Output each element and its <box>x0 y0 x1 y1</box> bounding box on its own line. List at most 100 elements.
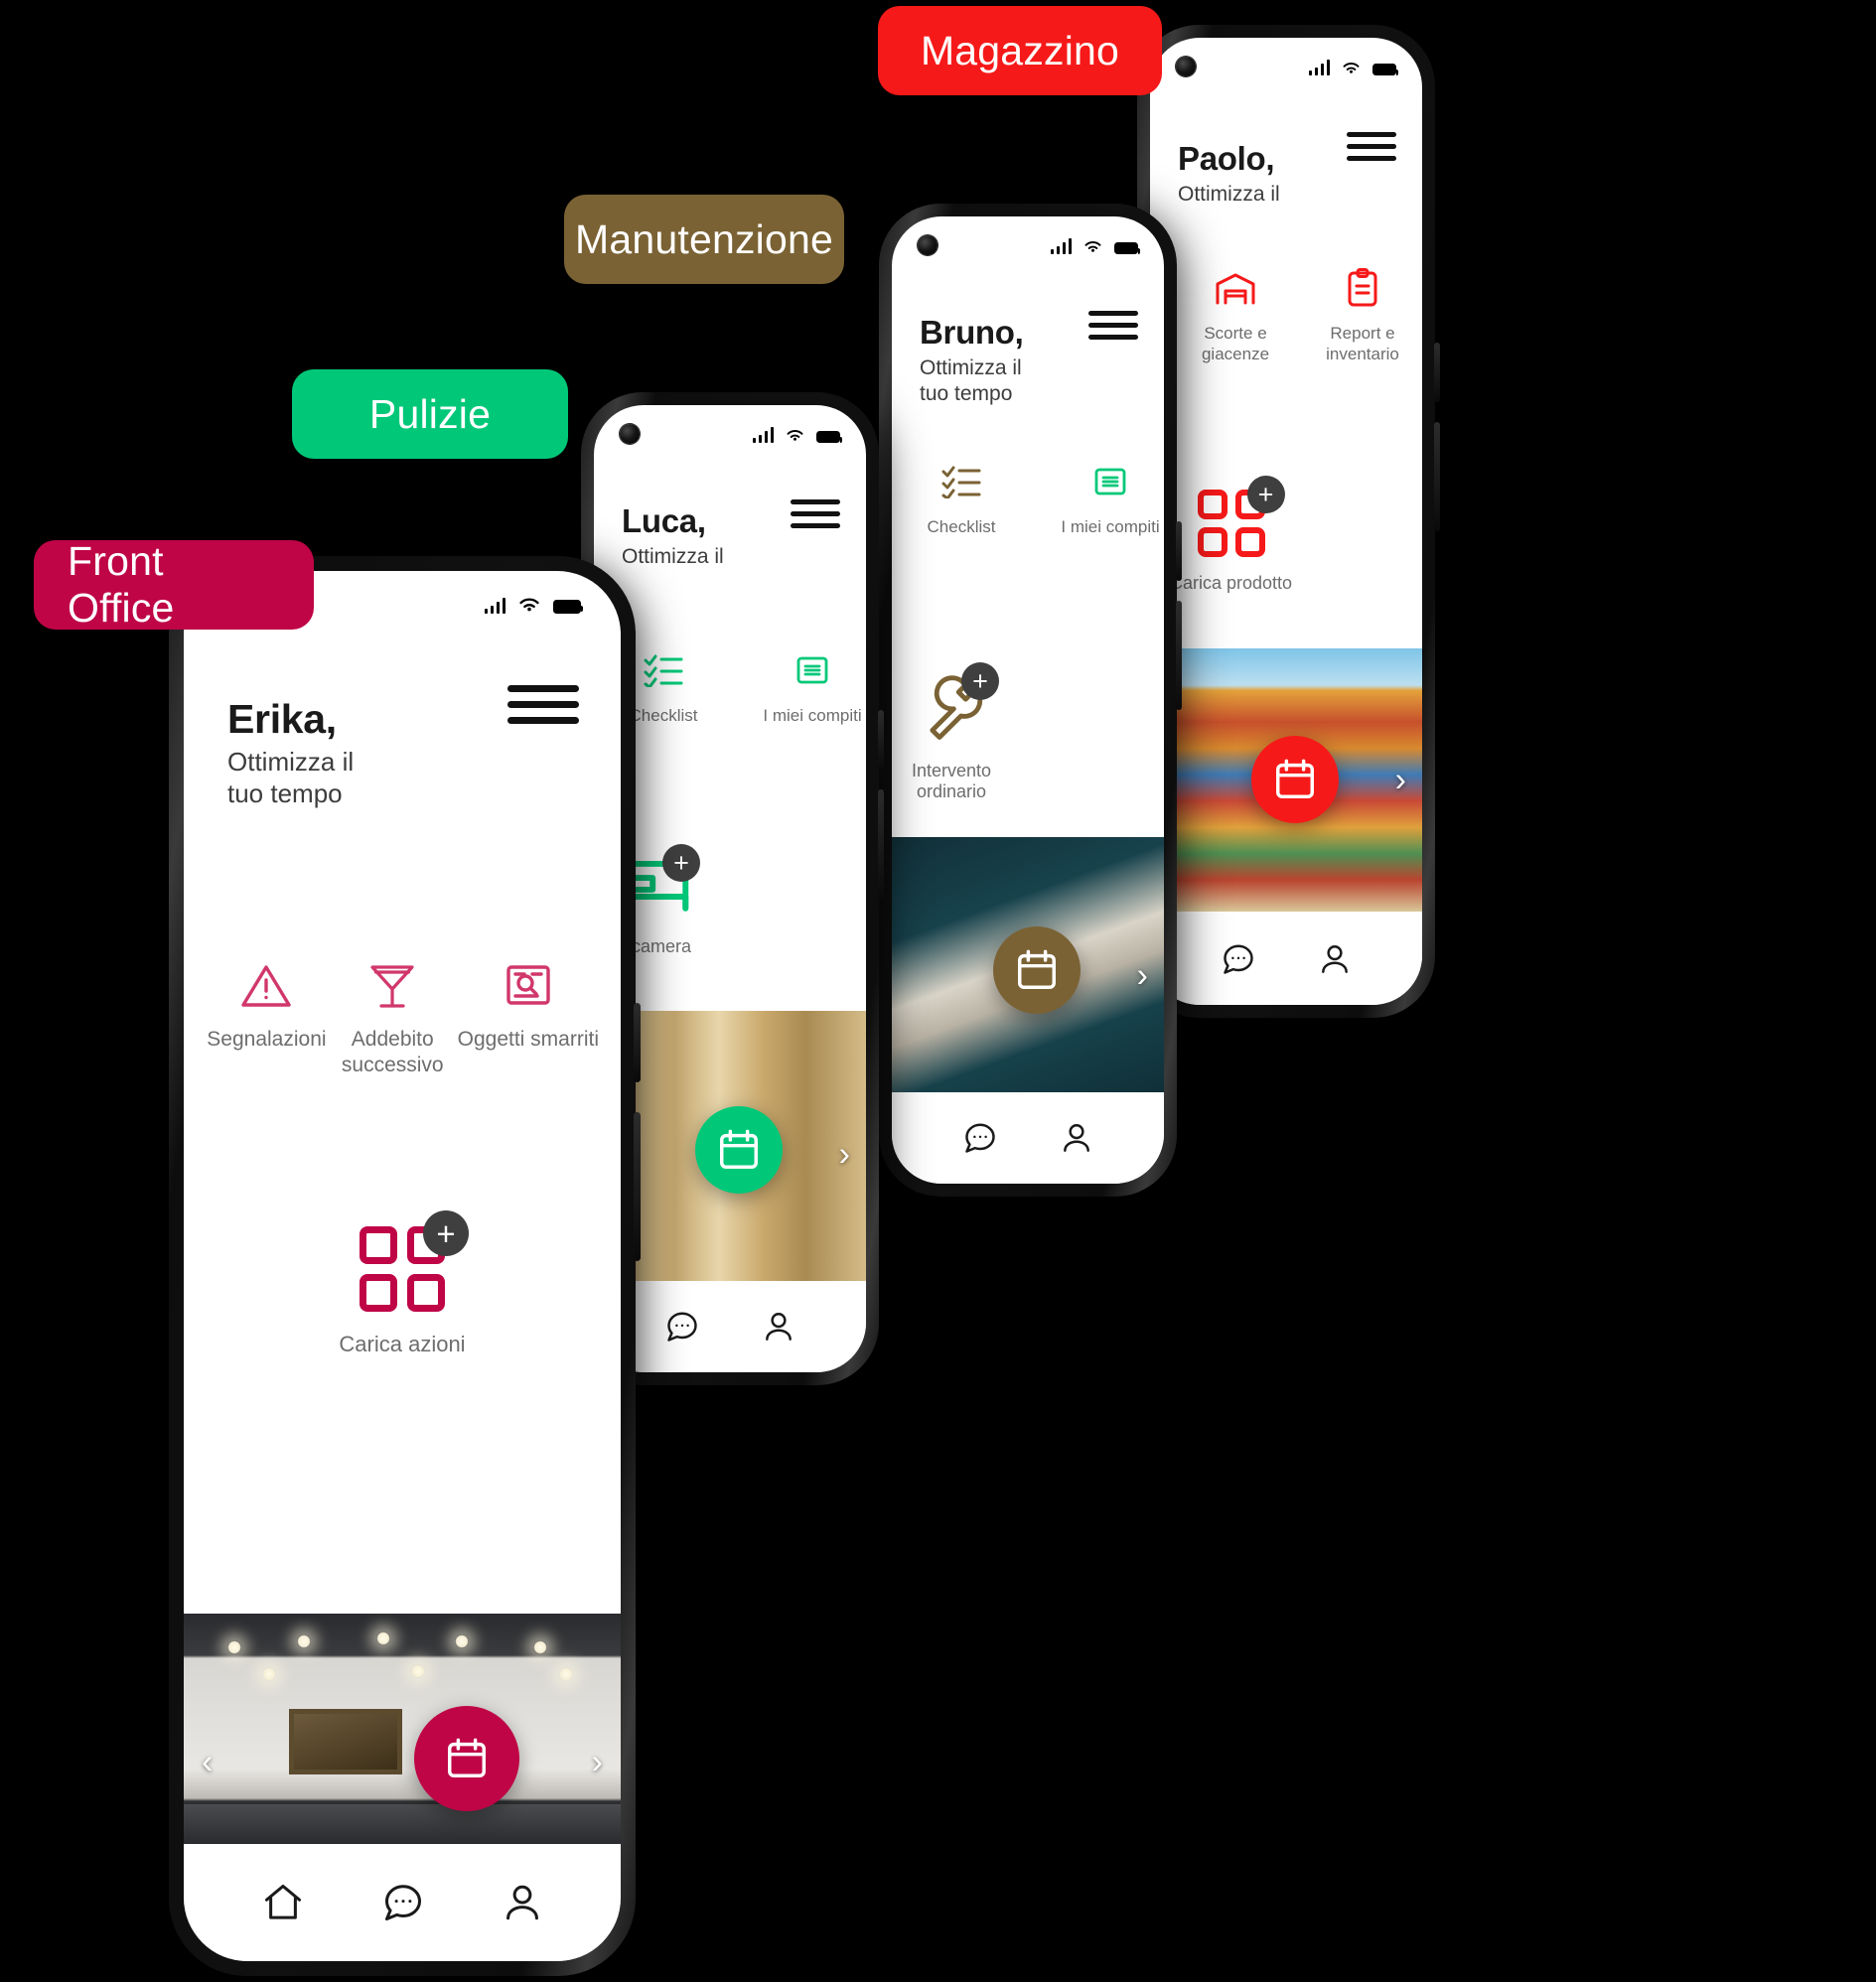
document-lines-icon <box>1093 460 1127 503</box>
calendar-fab-button[interactable] <box>414 1706 519 1811</box>
hamburger-menu-icon[interactable] <box>1088 311 1138 340</box>
clipboard-icon <box>1347 266 1378 310</box>
action-i-miei-compiti[interactable]: I miei compiti <box>748 648 866 726</box>
bottom-nav-front-office <box>184 1844 621 1961</box>
greeting-subtitle: Ottimizza il <box>1178 182 1280 206</box>
wrench-plus-icon: + <box>916 662 1000 745</box>
carica-label: Carica azioni <box>339 1332 466 1356</box>
chat-bubble-icon[interactable] <box>962 1120 998 1156</box>
tag-magazzino[interactable]: Magazzino <box>878 6 1162 95</box>
checklist-icon <box>941 460 981 503</box>
phone-manutenzione: Bruno, Ottimizza il tuo tempo Checklist <box>879 204 1182 1197</box>
action-label: Addebito successivo <box>341 1028 444 1077</box>
plus-badge[interactable]: + <box>423 1210 469 1256</box>
plus-badge[interactable]: + <box>961 662 1000 700</box>
profile-icon[interactable] <box>1060 1121 1093 1155</box>
wifi-icon <box>1343 62 1360 73</box>
chevron-right-icon[interactable]: › <box>839 1136 850 1175</box>
action-label: Report e inventario <box>1326 324 1399 364</box>
greeting-subtitle: Ottimizza il tuo tempo <box>227 747 355 809</box>
wifi-icon <box>519 598 539 611</box>
battery-icon <box>553 599 583 614</box>
action-label: Checklist <box>629 706 698 725</box>
profile-icon[interactable] <box>762 1310 795 1344</box>
chevron-right-icon[interactable]: › <box>1137 957 1148 996</box>
carica-prodotto-button[interactable]: + Carica prodotto <box>1170 476 1293 594</box>
calendar-icon <box>1018 949 1056 989</box>
chat-bubble-icon[interactable] <box>1221 941 1256 977</box>
bottom-nav-manutenzione <box>892 1092 1164 1184</box>
lobby-wall-art <box>288 1709 402 1774</box>
chevron-right-icon[interactable]: › <box>592 1744 603 1782</box>
hamburger-menu-icon[interactable] <box>1347 132 1396 161</box>
status-bar <box>594 405 866 463</box>
calendar-fab-button[interactable] <box>695 1106 783 1194</box>
wifi-icon <box>787 429 803 441</box>
quick-actions-front-office: Segnalazioni Addebito successivo Oggetti… <box>204 958 601 1079</box>
battery-icon <box>1114 241 1140 254</box>
action-checklist[interactable]: Checklist <box>907 460 1016 537</box>
battery-icon <box>816 430 842 443</box>
profile-icon[interactable] <box>502 1882 543 1923</box>
action-label: Segnalazioni <box>207 1028 327 1051</box>
status-bar <box>892 216 1164 274</box>
battery-icon <box>1372 63 1398 75</box>
phone-magazzino: Paolo, Ottimizza il Scorte e giacenze Re… <box>1137 25 1440 1018</box>
chat-bubble-icon[interactable] <box>664 1309 700 1345</box>
action-addebito-successivo[interactable]: Addebito successivo <box>330 958 456 1079</box>
calendar-fab-button[interactable] <box>993 926 1081 1014</box>
greeting-pulizie: Luca, Ottimizza il <box>622 502 724 570</box>
action-scorte-giacenze[interactable]: Scorte e giacenze <box>1181 266 1290 365</box>
front-camera-icon <box>620 424 640 444</box>
action-label: I miei compiti <box>1061 517 1160 536</box>
calendar-icon <box>448 1738 486 1777</box>
document-lines-icon <box>795 648 829 692</box>
plus-badge[interactable]: + <box>662 844 701 882</box>
greeting-name: Erika, <box>227 696 337 742</box>
cocktail-glass-icon <box>369 958 415 1014</box>
action-i-miei-compiti[interactable]: I miei compiti <box>1046 460 1164 537</box>
carica-azioni-button[interactable]: + Carica azioni <box>184 1210 621 1357</box>
wifi-icon <box>1084 240 1101 252</box>
action-report-inventario[interactable]: Report e inventario <box>1308 266 1417 365</box>
hero-photo-containers: › <box>1150 648 1422 912</box>
hamburger-menu-icon[interactable] <box>507 685 579 724</box>
front-camera-icon <box>1176 57 1196 76</box>
signal-icon <box>484 597 505 614</box>
greeting-subtitle: Ottimizza il <box>622 544 724 568</box>
tag-pulizie[interactable]: Pulizie <box>292 369 568 459</box>
action-oggetti-smarriti[interactable]: Oggetti smarriti <box>456 958 601 1079</box>
lost-found-icon <box>505 958 552 1014</box>
warning-triangle-icon <box>240 958 292 1014</box>
tag-manutenzione[interactable]: Manutenzione <box>564 195 844 284</box>
bottom-nav-magazzino <box>1150 914 1422 1005</box>
greeting-manutenzione: Bruno, Ottimizza il tuo tempo <box>920 315 1024 407</box>
action-segnalazioni[interactable]: Segnalazioni <box>204 958 330 1079</box>
calendar-icon <box>720 1129 758 1169</box>
chevron-left-icon[interactable]: ‹ <box>202 1744 213 1782</box>
home-icon[interactable] <box>261 1881 305 1924</box>
showcase-canvas: Paolo, Ottimizza il Scorte e giacenze Re… <box>0 0 1876 1982</box>
profile-icon[interactable] <box>1318 942 1352 976</box>
checklist-icon <box>644 648 683 692</box>
quick-actions-magazzino: Scorte e giacenze Report e inventario <box>1172 266 1422 365</box>
calendar-icon <box>1276 759 1314 798</box>
signal-icon <box>1050 237 1072 254</box>
chat-bubble-icon[interactable] <box>381 1881 425 1924</box>
tag-front-office[interactable]: Front Office <box>34 538 314 631</box>
greeting-name: Luca, <box>622 502 706 539</box>
carica-label: Intervento ordinario <box>912 761 992 801</box>
signal-icon <box>1308 59 1330 75</box>
chevron-right-icon[interactable]: › <box>1395 761 1406 799</box>
phone-front-office: Erika, Ottimizza il tuo tempo Segnalazio… <box>169 556 641 1976</box>
action-label: Oggetti smarriti <box>457 1028 600 1051</box>
warehouse-icon <box>1215 266 1256 310</box>
hamburger-menu-icon[interactable] <box>791 499 840 528</box>
carica-label: Carica prodotto <box>1170 573 1293 593</box>
signal-icon <box>752 426 774 443</box>
hero-photo-cables: › <box>892 837 1164 1115</box>
intervento-ordinario-button[interactable]: + Intervento ordinario <box>912 662 1000 802</box>
calendar-fab-button[interactable] <box>1251 736 1339 823</box>
grid-plus-icon: + <box>1197 476 1285 557</box>
plus-badge[interactable]: + <box>1246 476 1285 513</box>
